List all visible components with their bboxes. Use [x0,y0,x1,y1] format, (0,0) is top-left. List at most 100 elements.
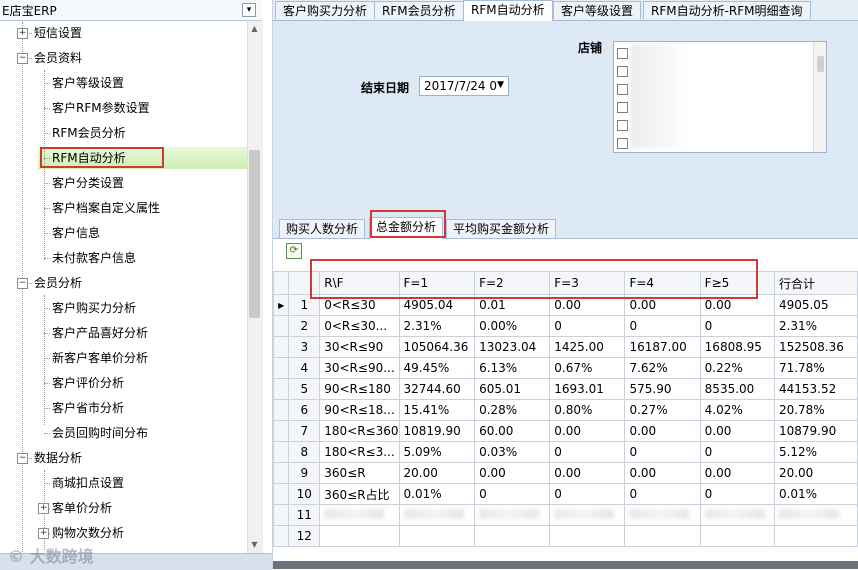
value-cell[interactable]: 0.22% [699,357,775,379]
shop-checklist[interactable] [613,41,827,153]
value-cell[interactable]: 49.45% [398,357,476,379]
value-cell[interactable]: 0.00% [474,315,551,337]
value-cell[interactable]: 20.78% [773,399,858,421]
value-cell[interactable]: 5.12% [773,441,858,463]
shop-checkbox[interactable] [617,138,628,149]
row-label-cell[interactable]: 180<R≤360 [319,420,400,442]
tree-item[interactable]: 客单价分析 [52,497,112,519]
value-cell[interactable] [474,525,551,547]
tree-item[interactable]: 客户省市分析 [52,397,124,419]
table-row[interactable]: 4 30<R≤90... 49.45% 6.13% 0.67% 7.62% 0.22% 71.… [272,357,858,379]
value-cell[interactable] [624,525,701,547]
value-cell[interactable]: 105064.36 [398,336,476,358]
value-cell[interactable]: 0.00 [474,462,551,484]
value-cell[interactable]: 7.62% [624,357,701,379]
tree-item[interactable]: 客户等级设置 [52,72,124,94]
value-cell[interactable] [398,525,476,547]
value-cell[interactable]: 2.31% [398,315,476,337]
row-label-cell[interactable]: 30<R≤90 [319,336,400,358]
tree-item[interactable]: 会员资料 [34,47,82,69]
value-cell[interactable]: 16808.95 [699,336,775,358]
shop-checkbox[interactable] [617,84,628,95]
value-cell[interactable]: 1425.00 [549,336,626,358]
refresh-icon[interactable]: ⟳ [286,243,302,259]
value-cell[interactable]: 0.28% [474,399,551,421]
value-cell[interactable]: 0 [624,483,701,505]
value-cell[interactable]: 0.00 [699,420,775,442]
row-indicator[interactable] [272,483,290,505]
subtab-buyer-count[interactable]: 购买人数分析 [279,219,366,238]
tab-customer-purchasing-power[interactable]: 客户购买力分析 [275,1,376,19]
table-row[interactable]: 12 [272,525,858,547]
table-row[interactable]: 9 360≤R 20.00 0.00 0.00 0.00 0.00 20.00 [272,462,858,484]
table-row[interactable]: 3 30<R≤90 105064.36 13023.04 1425.00 16187.00… [272,336,858,358]
tree-item[interactable]: 会员回购时间分布 [52,422,148,444]
current-row-indicator-icon[interactable]: ▶ [272,294,290,316]
value-cell[interactable]: 71.78% [773,357,858,379]
value-cell[interactable]: 0 [549,441,626,463]
value-cell[interactable]: 0.67% [549,357,626,379]
value-cell[interactable] [773,525,858,547]
value-cell[interactable]: 44153.52 [773,378,858,400]
expand-icon[interactable]: + [38,503,49,514]
scroll-down-icon[interactable]: ▼ [250,540,259,549]
tree-item[interactable]: RFM会员分析 [52,122,126,144]
value-cell[interactable]: 575.90 [624,378,701,400]
value-cell[interactable]: 0 [624,441,701,463]
value-cell[interactable]: 605.01 [474,378,551,400]
tab-rfm-auto-analysis[interactable]: RFM自动分析 [463,0,553,21]
tree-item[interactable]: 商城扣点设置 [52,472,124,494]
tree-item[interactable]: 客户评价分析 [52,372,124,394]
value-cell[interactable]: 0 [699,483,775,505]
tab-rfm-member-analysis[interactable]: RFM会员分析 [374,1,464,19]
value-cell[interactable]: 0 [699,441,775,463]
value-cell[interactable] [624,504,701,526]
row-label-cell[interactable]: 360≤R占比 [319,483,400,505]
expand-icon[interactable]: + [17,28,28,39]
table-row[interactable]: 11 [272,504,858,526]
value-cell[interactable]: 10819.90 [398,420,476,442]
tree-item[interactable]: 会员分析 [34,272,82,294]
grid-horizontal-scrollbar[interactable] [273,561,858,569]
tree-item[interactable]: 短信设置 [34,22,82,44]
value-cell[interactable]: 20.00 [398,462,476,484]
table-row[interactable]: 2 0<R≤30... 2.31% 0.00% 0 0 0 2.31% [272,315,858,337]
tab-rfm-detail-query[interactable]: RFM自动分析-RFM明细查询 [643,1,811,19]
value-cell[interactable] [549,525,626,547]
tree-item[interactable]: 客户购买力分析 [52,297,136,319]
value-cell[interactable] [773,504,858,526]
table-row[interactable]: 5 90<R≤180 32744.60 605.01 1693.01 575.90 8535… [272,378,858,400]
value-cell[interactable]: 32744.60 [398,378,476,400]
value-cell[interactable]: 20.00 [773,462,858,484]
row-indicator[interactable] [272,462,290,484]
row-indicator[interactable] [272,357,290,379]
row-indicator[interactable] [272,504,290,526]
value-cell[interactable]: 1693.01 [549,378,626,400]
row-indicator[interactable] [272,441,290,463]
table-row[interactable]: 10 360≤R占比 0.01% 0 0 0 0 0.01% [272,483,858,505]
row-indicator[interactable] [272,525,290,547]
tree-item[interactable]: 数据分析 [34,447,82,469]
tree-item[interactable]: 新客户客单价分析 [52,347,148,369]
table-row[interactable]: 8 180<R≤3... 5.09% 0.03% 0 0 0 5.12% [272,441,858,463]
row-indicator[interactable] [272,420,290,442]
row-label-cell[interactable]: 30<R≤90... [319,357,400,379]
pin-icon[interactable]: ▾ [242,3,256,17]
value-cell[interactable]: 0 [474,483,551,505]
value-cell[interactable]: 2.31% [773,315,858,337]
value-cell[interactable]: 60.00 [474,420,551,442]
value-cell[interactable] [549,504,626,526]
collapse-icon[interactable]: − [17,278,28,289]
row-label-cell[interactable] [319,504,400,526]
value-cell[interactable]: 4905.05 [773,294,858,316]
row-indicator[interactable] [272,399,290,421]
value-cell[interactable]: 16187.00 [624,336,701,358]
shop-checkbox[interactable] [617,120,628,131]
value-cell[interactable] [699,504,775,526]
tree-item[interactable]: 购物次数分析 [52,522,124,544]
shop-list-scroll-thumb[interactable] [817,56,824,72]
value-cell[interactable]: 0.01% [398,483,476,505]
row-indicator[interactable] [272,315,290,337]
tree-item[interactable]: 客户信息 [52,222,100,244]
row-label-cell[interactable]: 90<R≤180 [319,378,400,400]
